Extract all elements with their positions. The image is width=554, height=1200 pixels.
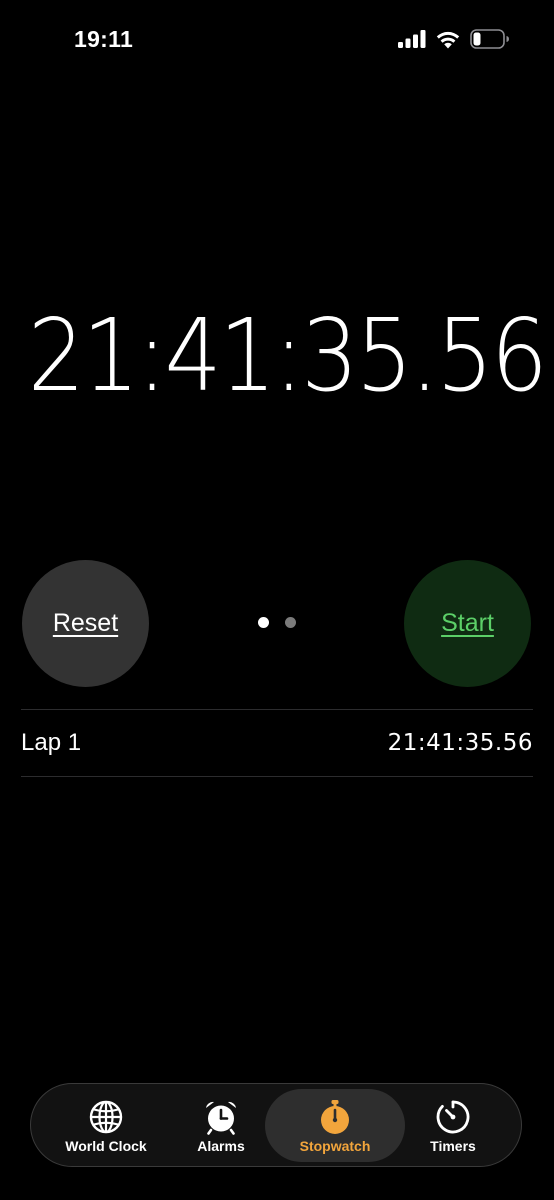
tab-label: Timers	[430, 1138, 476, 1154]
status-time: 19:11	[74, 26, 134, 52]
reset-button[interactable]: Reset	[22, 560, 149, 687]
tab-label: Alarms	[197, 1138, 245, 1154]
tab-timers[interactable]: Timers	[403, 1089, 503, 1162]
tab-label: Stopwatch	[299, 1138, 371, 1154]
tab-stopwatch[interactable]: Stopwatch	[265, 1089, 405, 1162]
battery-icon	[470, 29, 509, 49]
lap-row: Lap 1 21:41:35.56	[21, 710, 533, 776]
page-indicator[interactable]	[258, 617, 296, 628]
status-bar: 19:11	[0, 0, 554, 84]
tab-label: World Clock	[65, 1138, 147, 1154]
stopwatch-display: 21:41:35.56	[27, 297, 548, 414]
signal-icon	[398, 30, 426, 48]
tab-bar: World Clock Alarms Stopwatch Timers	[30, 1083, 522, 1167]
lap-label: Lap 1	[21, 729, 82, 756]
alarm-clock-icon	[203, 1099, 239, 1135]
start-button-label: Start	[441, 609, 494, 637]
laps-list: Lap 1 21:41:35.56	[21, 709, 533, 777]
wifi-icon	[436, 31, 460, 48]
reset-button-label: Reset	[52, 609, 119, 637]
page-dot-inactive[interactable]	[285, 617, 296, 628]
lap-time: 21:41:35.56	[387, 730, 533, 756]
tab-alarms[interactable]: Alarms	[171, 1089, 271, 1162]
start-button[interactable]: Start	[404, 560, 531, 687]
timer-icon	[435, 1099, 471, 1135]
divider	[21, 776, 533, 777]
tab-world-clock[interactable]: World Clock	[51, 1089, 161, 1162]
stopwatch-icon	[317, 1099, 353, 1135]
page-dot-active[interactable]	[258, 617, 269, 628]
globe-icon	[89, 1099, 123, 1135]
status-icons	[398, 29, 510, 49]
